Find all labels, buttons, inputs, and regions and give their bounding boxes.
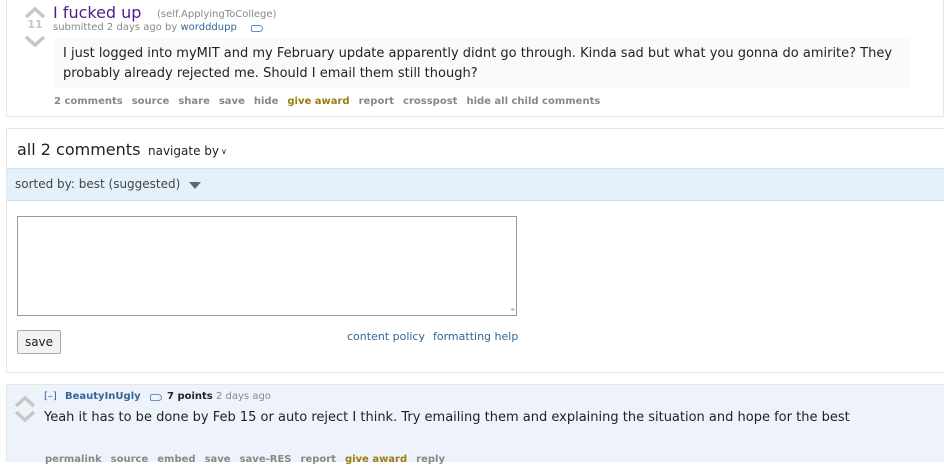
post-score: 11	[27, 18, 43, 31]
save-link[interactable]: save	[205, 454, 231, 465]
hide-link[interactable]: hide	[254, 96, 279, 107]
upvote-arrow-icon[interactable]	[14, 395, 36, 407]
crosspost-link[interactable]: crosspost	[403, 96, 457, 107]
upvote-arrow-icon[interactable]	[24, 6, 46, 18]
save-res-link[interactable]: save-RES	[240, 454, 292, 465]
comments-title: all 2 comments	[17, 140, 141, 159]
caret-down-icon[interactable]	[189, 182, 201, 189]
embed-link[interactable]: embed	[157, 454, 195, 465]
give-award-link[interactable]: give award	[345, 454, 407, 465]
give-award-link[interactable]: give award	[287, 96, 349, 107]
source-link[interactable]: source	[111, 454, 149, 465]
downvote-arrow-icon[interactable]	[14, 411, 36, 423]
comment-buttons: permalink source embed save save-RES report gi…	[45, 454, 454, 465]
post-tagline: submitted 2 days ago by wordddupp	[53, 22, 237, 33]
post: 11 I fucked up (self.ApplyingToCollege) …	[6, 0, 944, 117]
post-buttons: 2 comments source share save hide give award r…	[54, 96, 609, 107]
navigate-by-dropdown[interactable]: navigate by ∨	[148, 144, 227, 158]
comments-link[interactable]: 2 comments	[54, 96, 123, 107]
comment-points: 7 points	[167, 391, 213, 402]
hide-child-comments-link[interactable]: hide all child comments	[466, 96, 600, 107]
post-title[interactable]: I fucked up	[53, 3, 141, 22]
navigate-by-label: navigate by	[148, 144, 219, 158]
user-tag-icon[interactable]	[251, 25, 263, 32]
save-link[interactable]: save	[219, 96, 245, 107]
source-link[interactable]: source	[132, 96, 170, 107]
comment-body: Yeah it has to be done by Feb 15 or auto…	[44, 410, 850, 425]
reply-link[interactable]: reply	[416, 454, 445, 465]
post-author[interactable]: wordddupp	[180, 22, 236, 33]
comment-area: all 2 comments navigate by ∨ sorted by: b…	[6, 128, 944, 373]
content-policy-link[interactable]: content policy	[347, 330, 425, 343]
report-link[interactable]: report	[300, 454, 335, 465]
post-selftext: I just logged into myMIT and my February…	[53, 38, 911, 88]
sort-bar: sorted by: best (suggested)	[7, 168, 944, 201]
share-link[interactable]: share	[178, 96, 210, 107]
permalink-link[interactable]: permalink	[45, 454, 102, 465]
double-chevron-down-icon: ∨	[221, 147, 227, 156]
user-tag-icon[interactable]	[150, 394, 162, 401]
sort-label[interactable]: sorted by: best (suggested)	[15, 177, 180, 191]
comment-time: 2 days ago	[216, 391, 271, 402]
resize-handle-icon[interactable]: ⌖	[510, 306, 515, 314]
comment-textarea[interactable]: ⌖	[17, 216, 517, 316]
downvote-arrow-icon[interactable]	[24, 36, 46, 48]
comment-author[interactable]: BeautyInUgly	[65, 391, 141, 402]
save-button[interactable]: save	[17, 330, 61, 354]
tagline-prefix: submitted 2 days ago by	[53, 22, 181, 33]
comment: [–] BeautyInUgly 7 points 2 days ago Yea…	[6, 384, 944, 465]
collapse-toggle[interactable]: [–]	[44, 391, 57, 402]
formatting-help-link[interactable]: formatting help	[433, 330, 518, 343]
report-link[interactable]: report	[359, 96, 394, 107]
post-domain[interactable]: (self.ApplyingToCollege)	[157, 9, 276, 20]
